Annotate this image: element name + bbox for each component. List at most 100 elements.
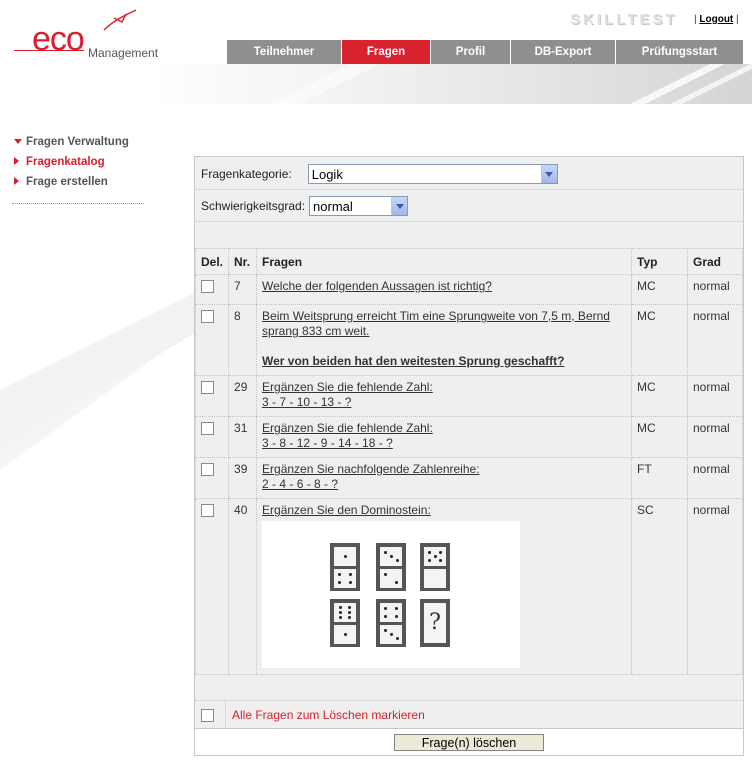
column-header-fragen: Fragen [256, 248, 632, 275]
question-link-sequence[interactable]: 3 - 8 - 12 - 9 - 14 - 18 - ? [262, 436, 393, 450]
category-label: Fragenkategorie: [201, 167, 292, 181]
table-row: 31 Ergänzen Sie die fehlende Zahl: 3 - 8… [194, 416, 743, 458]
question-number: 31 [228, 416, 258, 458]
sidebar: Fragen Verwaltung Fragenkatalog Frage er… [12, 135, 147, 204]
category-filter-row: Fragenkategorie: Logik [195, 159, 743, 189]
question-number: 7 [228, 274, 258, 305]
logout-separator: | [736, 14, 739, 25]
question-type: MC [631, 274, 688, 305]
sidebar-item-fragenkatalog[interactable]: Fragenkatalog [12, 155, 147, 175]
column-header-grad: Grad [687, 248, 743, 275]
sidebar-divider [12, 203, 144, 204]
question-type: MC [631, 375, 688, 417]
sidebar-item-label: Fragen Verwaltung [26, 136, 129, 148]
tab-db-export[interactable]: DB-Export [511, 40, 616, 64]
caret-right-icon [14, 157, 19, 165]
delete-row: Frage(n) löschen [195, 728, 743, 755]
question-link[interactable]: Ergänzen Sie die fehlende Zahl: [262, 380, 433, 394]
logout-link[interactable]: Logout [699, 14, 733, 25]
table-row: 8 Beim Weitsprung erreicht Tim eine Spru… [194, 304, 743, 376]
question-link[interactable]: Beim Weitsprung erreicht Tim eine Sprung… [262, 309, 610, 338]
tab-pruefungsstart[interactable]: Prüfungsstart [616, 40, 743, 64]
delete-questions-button[interactable]: Frage(n) löschen [394, 733, 544, 751]
sidebar-item-label: Frage erstellen [26, 176, 108, 188]
logout-area: | Logout | [694, 14, 739, 25]
difficulty-filter-row: Schwierigkeitsgrad: normal [195, 191, 743, 221]
domino-tile [376, 599, 407, 647]
question-number: 8 [228, 304, 258, 376]
question-catalog-panel: Fragenkategorie: Logik Schwierigkeitsgra… [194, 156, 744, 756]
sidebar-item-fragen-verwaltung[interactable]: Fragen Verwaltung [12, 135, 147, 155]
question-number: 40 [228, 498, 258, 675]
divider [195, 221, 743, 222]
dropdown-arrow-icon [391, 197, 408, 215]
delete-checkbox[interactable] [201, 381, 214, 394]
mark-all-row: Alle Fragen zum Löschen markieren [195, 700, 743, 728]
table-row: 40 Ergänzen Sie den Dominostein: ? SC no… [194, 498, 743, 675]
logout-separator: | [694, 14, 697, 25]
question-link[interactable]: Ergänzen Sie nachfolgende Zahlenreihe: [262, 462, 480, 476]
question-link-sequence[interactable]: 2 - 4 - 6 - 8 - ? [262, 477, 338, 491]
sidebar-decoration [0, 290, 200, 470]
question-link[interactable]: Welche der folgenden Aussagen ist richti… [262, 279, 492, 293]
category-select[interactable]: Logik [307, 164, 558, 184]
dropdown-arrow-icon [540, 165, 557, 183]
question-number: 29 [228, 375, 258, 417]
table-row: 29 Ergänzen Sie die fehlende Zahl: 3 - 7… [194, 375, 743, 417]
question-mark: ? [424, 603, 447, 643]
question-link[interactable]: Ergänzen Sie die fehlende Zahl: [262, 421, 433, 435]
domino-tile [376, 543, 407, 591]
question-type: MC [631, 304, 688, 376]
logo-underline [14, 50, 84, 51]
question-link[interactable]: Ergänzen Sie den Dominostein: [262, 503, 431, 517]
question-link-bold[interactable]: Wer von beiden hat den weitesten Sprung … [262, 354, 626, 369]
sidebar-item-frage-erstellen[interactable]: Frage erstellen [12, 175, 147, 195]
table-row: 7 Welche der folgenden Aussagen ist rich… [194, 274, 743, 305]
question-grade: normal [687, 498, 743, 675]
caret-right-icon [14, 177, 19, 185]
swoosh-icon [103, 9, 137, 31]
difficulty-select-value: normal [313, 198, 353, 214]
logo-subtext: Management [88, 46, 159, 60]
delete-checkbox[interactable] [201, 422, 214, 435]
caret-down-icon [14, 139, 22, 144]
mark-all-checkbox[interactable] [201, 708, 214, 722]
tab-fragen[interactable]: Fragen [342, 40, 431, 64]
domino-tile [330, 599, 361, 647]
app-name: SKILLTEST [570, 11, 678, 28]
table-row: 39 Ergänzen Sie nachfolgende Zahlenreihe… [194, 457, 743, 499]
domino-tile [330, 543, 361, 591]
divider [195, 189, 743, 190]
tab-profil[interactable]: Profil [431, 40, 511, 64]
header-decoration [150, 64, 752, 104]
question-grade: normal [687, 457, 743, 499]
delete-checkbox[interactable] [201, 504, 214, 517]
tab-teilnehmer[interactable]: Teilnehmer [227, 40, 342, 64]
table-header-row: Del. Nr. Fragen Typ Grad [194, 248, 743, 275]
difficulty-label: Schwierigkeitsgrad: [201, 199, 306, 213]
difficulty-select[interactable]: normal [309, 196, 409, 216]
question-type: MC [631, 416, 688, 458]
column-header-del: Del. [194, 248, 230, 275]
delete-checkbox[interactable] [201, 280, 214, 293]
question-number: 39 [228, 457, 258, 499]
domino-image: ? [262, 521, 521, 668]
question-link-sequence[interactable]: 3 - 7 - 10 - 13 - ? [262, 395, 351, 409]
domino-tile [420, 543, 451, 591]
delete-checkbox[interactable] [201, 463, 214, 476]
question-type: FT [631, 457, 688, 499]
column-header-typ: Typ [631, 248, 688, 275]
category-select-value: Logik [311, 166, 343, 182]
mark-all-label: Alle Fragen zum Löschen markieren [232, 707, 425, 722]
delete-checkbox[interactable] [201, 310, 214, 323]
sidebar-item-label: Fragenkatalog [26, 156, 105, 168]
question-type: SC [631, 498, 688, 675]
questions-table: Del. Nr. Fragen Typ Grad 7 Welche der fo… [194, 248, 743, 675]
domino-tile-unknown: ? [420, 599, 451, 647]
question-grade: normal [687, 375, 743, 417]
main-navigation: Teilnehmer Fragen Profil DB-Export Prüfu… [227, 40, 743, 64]
question-grade: normal [687, 304, 743, 376]
eco-management-logo: eco Management [14, 8, 164, 64]
question-grade: normal [687, 416, 743, 458]
logo-text: eco [32, 20, 85, 58]
